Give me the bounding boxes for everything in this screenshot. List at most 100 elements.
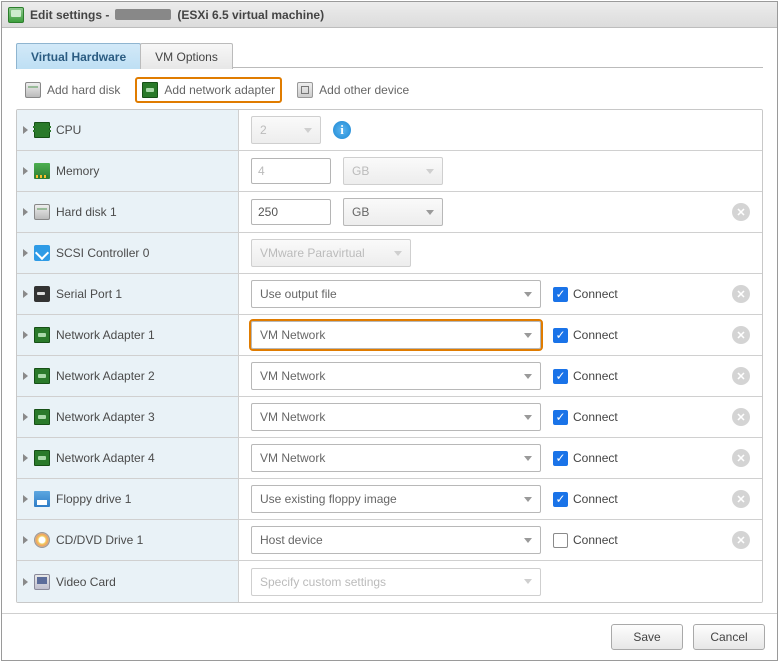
row-scsi-controller-0: SCSI Controller 0 VMware Paravirtual <box>17 233 762 274</box>
nic4-connect-checkbox[interactable]: ✓ Connect <box>553 451 618 466</box>
expand-icon[interactable] <box>23 290 28 298</box>
checkbox-icon: ✓ <box>553 410 568 425</box>
info-icon[interactable]: i <box>333 121 351 139</box>
serial-connect-checkbox[interactable]: ✓ Connect <box>553 287 618 302</box>
expand-icon[interactable] <box>23 208 28 216</box>
expand-icon[interactable] <box>23 495 28 503</box>
row-serial-port-1: Serial Port 1 Use output file ✓ Connect … <box>17 274 762 315</box>
network-adapter-icon <box>34 327 50 343</box>
scsi-icon <box>34 245 50 261</box>
row-video-card: Video Card Specify custom settings <box>17 561 762 602</box>
title-suffix: (ESXi 6.5 virtual machine) <box>177 8 324 22</box>
chevron-down-icon <box>426 210 434 215</box>
expand-icon[interactable] <box>23 167 28 175</box>
remove-icon[interactable]: ✕ <box>732 285 750 303</box>
remove-icon[interactable]: ✕ <box>732 449 750 467</box>
video-card-select[interactable]: Specify custom settings <box>251 568 541 596</box>
nic1-connect-checkbox[interactable]: ✓ Connect <box>553 328 618 343</box>
row-memory: Memory GB <box>17 151 762 192</box>
nic3-connect-checkbox[interactable]: ✓ Connect <box>553 410 618 425</box>
serial-port-icon <box>34 286 50 302</box>
nic1-network-select[interactable]: VM Network <box>251 321 541 349</box>
row-label: Hard disk 1 <box>56 205 117 219</box>
scsi-type-select[interactable]: VMware Paravirtual <box>251 239 411 267</box>
nic-value: VM Network <box>260 451 325 465</box>
save-button[interactable]: Save <box>611 624 683 650</box>
connect-label: Connect <box>573 410 618 424</box>
expand-icon[interactable] <box>23 578 28 586</box>
vm-icon <box>8 7 24 23</box>
row-floppy-drive-1: Floppy drive 1 Use existing floppy image… <box>17 479 762 520</box>
hard-disk-icon <box>34 204 50 220</box>
chevron-down-icon <box>524 292 532 297</box>
network-adapter-icon <box>142 82 158 98</box>
row-label: Memory <box>56 164 99 178</box>
expand-icon[interactable] <box>23 126 28 134</box>
expand-icon[interactable] <box>23 372 28 380</box>
tab-bar: Virtual Hardware VM Options <box>16 42 763 68</box>
nic-value: VM Network <box>260 328 325 342</box>
row-label: Network Adapter 4 <box>56 451 155 465</box>
scsi-value: VMware Paravirtual <box>260 246 365 260</box>
nic-value: VM Network <box>260 369 325 383</box>
mem-unit: GB <box>352 164 369 178</box>
floppy-connect-checkbox[interactable]: ✓ Connect <box>553 492 618 507</box>
add-other-device-button[interactable]: Add other device <box>292 79 414 101</box>
memory-unit-select[interactable]: GB <box>343 157 443 185</box>
cpu-icon <box>34 122 50 138</box>
cpu-count-select[interactable]: 2 <box>251 116 321 144</box>
tab-vm-options[interactable]: VM Options <box>140 43 233 69</box>
row-network-adapter-2: Network Adapter 2 VM Network ✓ Connect ✕ <box>17 356 762 397</box>
expand-icon[interactable] <box>23 454 28 462</box>
add-other-label: Add other device <box>319 83 409 97</box>
serial-value: Use output file <box>260 287 337 301</box>
expand-icon[interactable] <box>23 249 28 257</box>
add-network-adapter-button[interactable]: Add network adapter <box>137 79 280 101</box>
tab-virtual-hardware[interactable]: Virtual Hardware <box>16 43 141 69</box>
row-label: Floppy drive 1 <box>56 492 131 506</box>
chevron-down-icon <box>524 415 532 420</box>
memory-input[interactable] <box>251 158 331 184</box>
remove-icon[interactable]: ✕ <box>732 490 750 508</box>
chevron-down-icon <box>394 251 402 256</box>
hd-unit: GB <box>352 205 369 219</box>
connect-label: Connect <box>573 287 618 301</box>
hard-disk-icon <box>25 82 41 98</box>
add-hard-disk-button[interactable]: Add hard disk <box>20 79 125 101</box>
dialog-footer: Save Cancel <box>2 613 777 660</box>
checkbox-icon: ✓ <box>553 328 568 343</box>
cd-connect-checkbox[interactable]: Connect <box>553 533 618 548</box>
cd-select[interactable]: Host device <box>251 526 541 554</box>
add-hdd-label: Add hard disk <box>47 83 120 97</box>
nic3-network-select[interactable]: VM Network <box>251 403 541 431</box>
network-adapter-icon <box>34 409 50 425</box>
chevron-down-icon <box>524 579 532 584</box>
cd-icon <box>34 532 50 548</box>
nic4-network-select[interactable]: VM Network <box>251 444 541 472</box>
toolbar: Add hard disk Add network adapter Add ot… <box>16 68 763 109</box>
row-label: Serial Port 1 <box>56 287 122 301</box>
serial-port-select[interactable]: Use output file <box>251 280 541 308</box>
hard-disk-unit-select[interactable]: GB <box>343 198 443 226</box>
nic2-connect-checkbox[interactable]: ✓ Connect <box>553 369 618 384</box>
title-prefix: Edit settings - <box>30 8 109 22</box>
cancel-button[interactable]: Cancel <box>693 624 765 650</box>
expand-icon[interactable] <box>23 536 28 544</box>
tab-label: Virtual Hardware <box>31 50 126 64</box>
floppy-select[interactable]: Use existing floppy image <box>251 485 541 513</box>
expand-icon[interactable] <box>23 413 28 421</box>
remove-icon[interactable]: ✕ <box>732 367 750 385</box>
connect-label: Connect <box>573 328 618 342</box>
nic2-network-select[interactable]: VM Network <box>251 362 541 390</box>
remove-icon[interactable]: ✕ <box>732 326 750 344</box>
connect-label: Connect <box>573 533 618 547</box>
hard-disk-size-input[interactable] <box>251 199 331 225</box>
expand-icon[interactable] <box>23 331 28 339</box>
video-card-icon <box>34 574 50 590</box>
row-label: Network Adapter 3 <box>56 410 155 424</box>
remove-icon[interactable]: ✕ <box>732 531 750 549</box>
remove-icon[interactable]: ✕ <box>732 203 750 221</box>
row-label: CPU <box>56 123 81 137</box>
network-adapter-icon <box>34 450 50 466</box>
remove-icon[interactable]: ✕ <box>732 408 750 426</box>
